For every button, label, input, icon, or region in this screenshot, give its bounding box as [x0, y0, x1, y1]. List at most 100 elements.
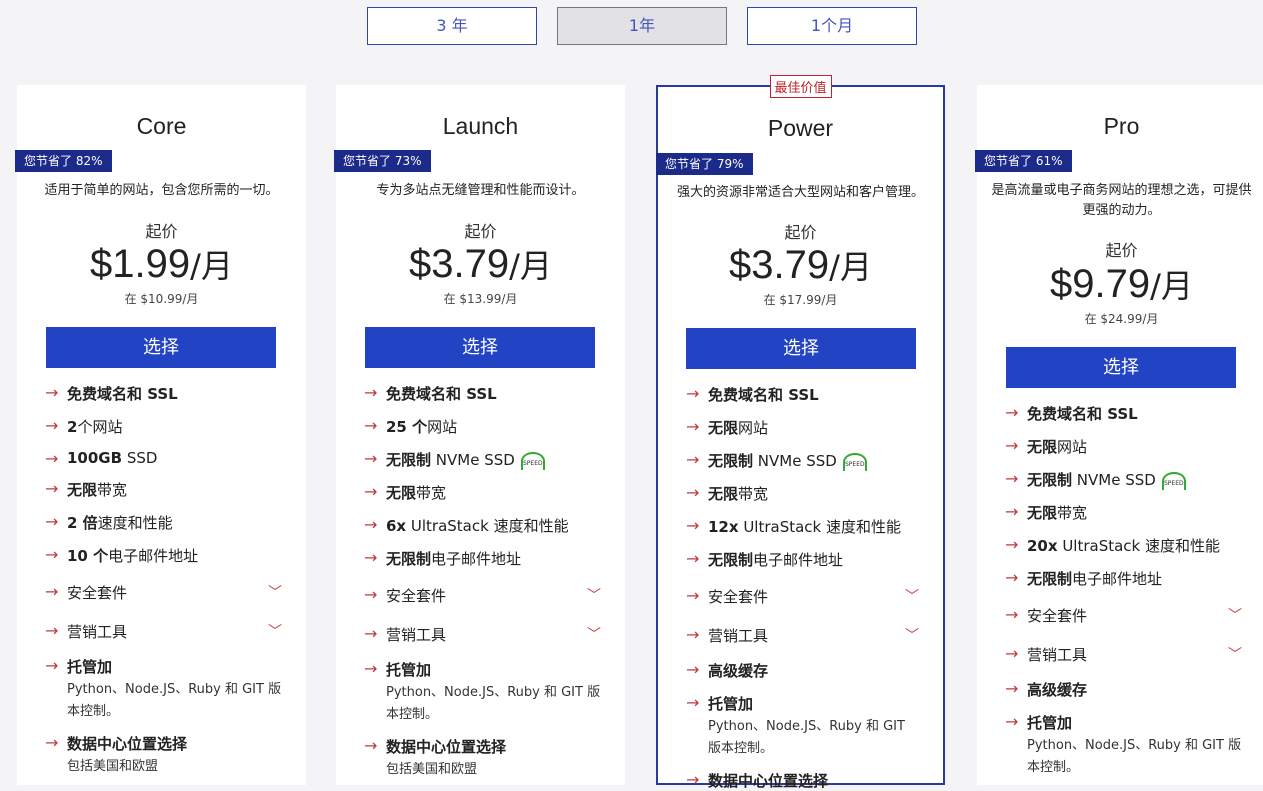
feature-item: → 托管加 Python、Node.JS、Ruby 和 GIT 版本控制。	[45, 656, 282, 719]
price-amount: $9.79	[1050, 262, 1151, 306]
arrow-right-icon: →	[686, 660, 700, 679]
arrow-right-icon: →	[364, 416, 378, 435]
feature-item: → 无限带宽	[45, 479, 128, 499]
chevron-down-icon[interactable]: ﹀	[1228, 605, 1242, 625]
arrow-right-icon: →	[1005, 502, 1019, 521]
feature-expandable-security[interactable]: → 安全套件 ﹀	[45, 582, 282, 603]
arrow-right-icon: →	[686, 384, 700, 403]
feature-item: → 25 个网站	[364, 416, 458, 436]
original-price: 在 $10.99/月	[124, 292, 199, 306]
savings-badge: 您节省了 82%	[15, 150, 112, 172]
savings-badge: 您节省了 61%	[975, 150, 1072, 172]
arrow-right-icon: →	[686, 549, 700, 568]
feature-expandable-security[interactable]: → 安全套件 ﹀	[686, 586, 919, 607]
feature-item: → 免费域名和 SSL	[45, 383, 178, 403]
feature-expandable-security[interactable]: → 安全套件 ﹀	[1005, 605, 1242, 626]
feature-item: → 无限制 NVMe SSD SPEED	[1005, 469, 1242, 490]
select-button[interactable]: 选择	[686, 328, 916, 369]
speed-icon: SPEED	[520, 451, 545, 470]
tab-1-year[interactable]: 1年	[557, 7, 727, 45]
feature-list: → 免费域名和 SSL → 无限网站 → 无限制 NVMe SSD SPEED → 无限带…	[1005, 403, 1242, 779]
plan-price: $3.79/月	[336, 241, 625, 287]
feature-item: → 免费域名和 SSL	[1005, 403, 1138, 423]
savings-badge: 您节省了 73%	[334, 150, 431, 172]
arrow-right-icon: →	[364, 383, 378, 402]
arrow-right-icon: →	[1005, 535, 1019, 554]
feature-item: → 免费域名和 SSL	[364, 383, 497, 403]
feature-list: → 免费域名和 SSL → 25 个网站 → 无限制 NVMe SSD SPEED → 无…	[364, 383, 601, 781]
feature-item: → 托管加 Python、Node.JS、Ruby 和 GIT 版本控制。	[1005, 712, 1242, 775]
plan-description: 专为多站点无缝管理和性能而设计。	[376, 183, 585, 198]
arrow-right-icon: →	[45, 656, 59, 675]
feature-item: → 12x UltraStack 速度和性能	[686, 516, 902, 536]
feature-item: → 2个网站	[45, 416, 123, 436]
feature-item: → 无限制 NVMe SSD SPEED	[364, 449, 601, 470]
plan-description: 强大的资源非常适合大型网站和客户管理。	[676, 185, 924, 200]
arrow-right-icon: →	[1005, 605, 1019, 624]
feature-expandable-marketing[interactable]: → 营销工具 ﹀	[364, 624, 601, 645]
arrow-right-icon: →	[45, 545, 59, 564]
tab-1-month[interactable]: 1个月	[747, 7, 917, 45]
arrow-right-icon: →	[1005, 436, 1019, 455]
arrow-right-icon: →	[1005, 679, 1019, 698]
chevron-down-icon[interactable]: ﹀	[905, 625, 919, 645]
arrow-right-icon: →	[45, 582, 59, 601]
arrow-right-icon: →	[364, 548, 378, 567]
feature-expandable-marketing[interactable]: → 营销工具 ﹀	[45, 621, 282, 642]
feature-item: → 托管加 Python、Node.JS、Ruby 和 GIT 版本控制。	[686, 693, 905, 756]
plan-name: Core	[136, 113, 187, 139]
feature-item: → 无限制 NVMe SSD SPEED	[686, 450, 919, 471]
arrow-right-icon: →	[1005, 403, 1019, 422]
arrow-right-icon: →	[45, 449, 59, 468]
feature-expandable-marketing[interactable]: → 营销工具 ﹀	[1005, 644, 1242, 665]
savings-badge: 您节省了 79%	[656, 153, 753, 175]
original-price: 在 $13.99/月	[443, 292, 518, 306]
arrow-right-icon: →	[364, 585, 378, 604]
feature-item: → 6x UltraStack 速度和性能	[364, 515, 569, 535]
feature-item: → 无限网站	[686, 417, 769, 437]
arrow-right-icon: →	[686, 417, 700, 436]
plan-price: $3.79/月	[658, 242, 943, 288]
feature-item: → 无限带宽	[1005, 502, 1088, 522]
plan-card-pro: Pro 您节省了 61% 是高流量或电子商务网站的理想之选，可提供更强的动力。 …	[975, 85, 1263, 785]
chevron-down-icon[interactable]: ﹀	[587, 624, 601, 644]
arrow-right-icon: →	[1005, 712, 1019, 731]
arrow-right-icon: →	[686, 625, 700, 644]
chevron-down-icon[interactable]: ﹀	[905, 586, 919, 606]
from-label: 起价	[1105, 241, 1138, 260]
feature-expandable-security[interactable]: → 安全套件 ﹀	[364, 585, 601, 606]
billing-period-tabs: 3 年 1年 1个月	[0, 7, 1263, 45]
feature-item: → 20x UltraStack 速度和性能	[1005, 535, 1221, 555]
price-amount: $3.79	[729, 243, 830, 287]
select-button[interactable]: 选择	[365, 327, 595, 368]
select-button[interactable]: 选择	[1006, 347, 1236, 388]
from-label: 起价	[464, 222, 497, 241]
arrow-right-icon: →	[45, 733, 59, 752]
price-period: /月	[829, 248, 872, 286]
arrow-right-icon: →	[686, 586, 700, 605]
speed-icon: SPEED	[1161, 471, 1186, 490]
chevron-down-icon[interactable]: ﹀	[1228, 644, 1242, 664]
plan-name: Launch	[442, 113, 519, 139]
plan-card-power: 最佳价值 Power 您节省了 79% 强大的资源非常适合大型网站和客户管理。 …	[656, 75, 945, 790]
feature-item: → 无限制电子邮件地址	[1005, 568, 1163, 588]
chevron-down-icon[interactable]: ﹀	[268, 621, 282, 641]
feature-list: → 免费域名和 SSL → 2个网站 → 100GB SSD → 无限带宽 → 2 倍速度…	[45, 383, 282, 778]
original-price: 在 $24.99/月	[1084, 312, 1159, 326]
arrow-right-icon: →	[364, 659, 378, 678]
original-price: 在 $17.99/月	[763, 293, 838, 307]
arrow-right-icon: →	[45, 416, 59, 435]
select-button[interactable]: 选择	[46, 327, 276, 368]
arrow-right-icon: →	[686, 450, 700, 469]
chevron-down-icon[interactable]: ﹀	[268, 582, 282, 602]
chevron-down-icon[interactable]: ﹀	[587, 585, 601, 605]
plan-description: 适用于简单的网站，包含您所需的一切。	[44, 183, 279, 198]
feature-item: → 10 个电子邮件地址	[45, 545, 199, 565]
plan-name: Pro	[1103, 113, 1140, 139]
arrow-right-icon: →	[364, 624, 378, 643]
plan-description: 是高流量或电子商务网站的理想之选，可提供更强的动力。	[991, 183, 1252, 218]
plan-card-launch: Launch 您节省了 73% 专为多站点无缝管理和性能而设计。 起价 $3.7…	[334, 85, 625, 785]
feature-expandable-marketing[interactable]: → 营销工具 ﹀	[686, 625, 919, 646]
arrow-right-icon: →	[364, 449, 378, 468]
tab-3-years[interactable]: 3 年	[367, 7, 537, 45]
